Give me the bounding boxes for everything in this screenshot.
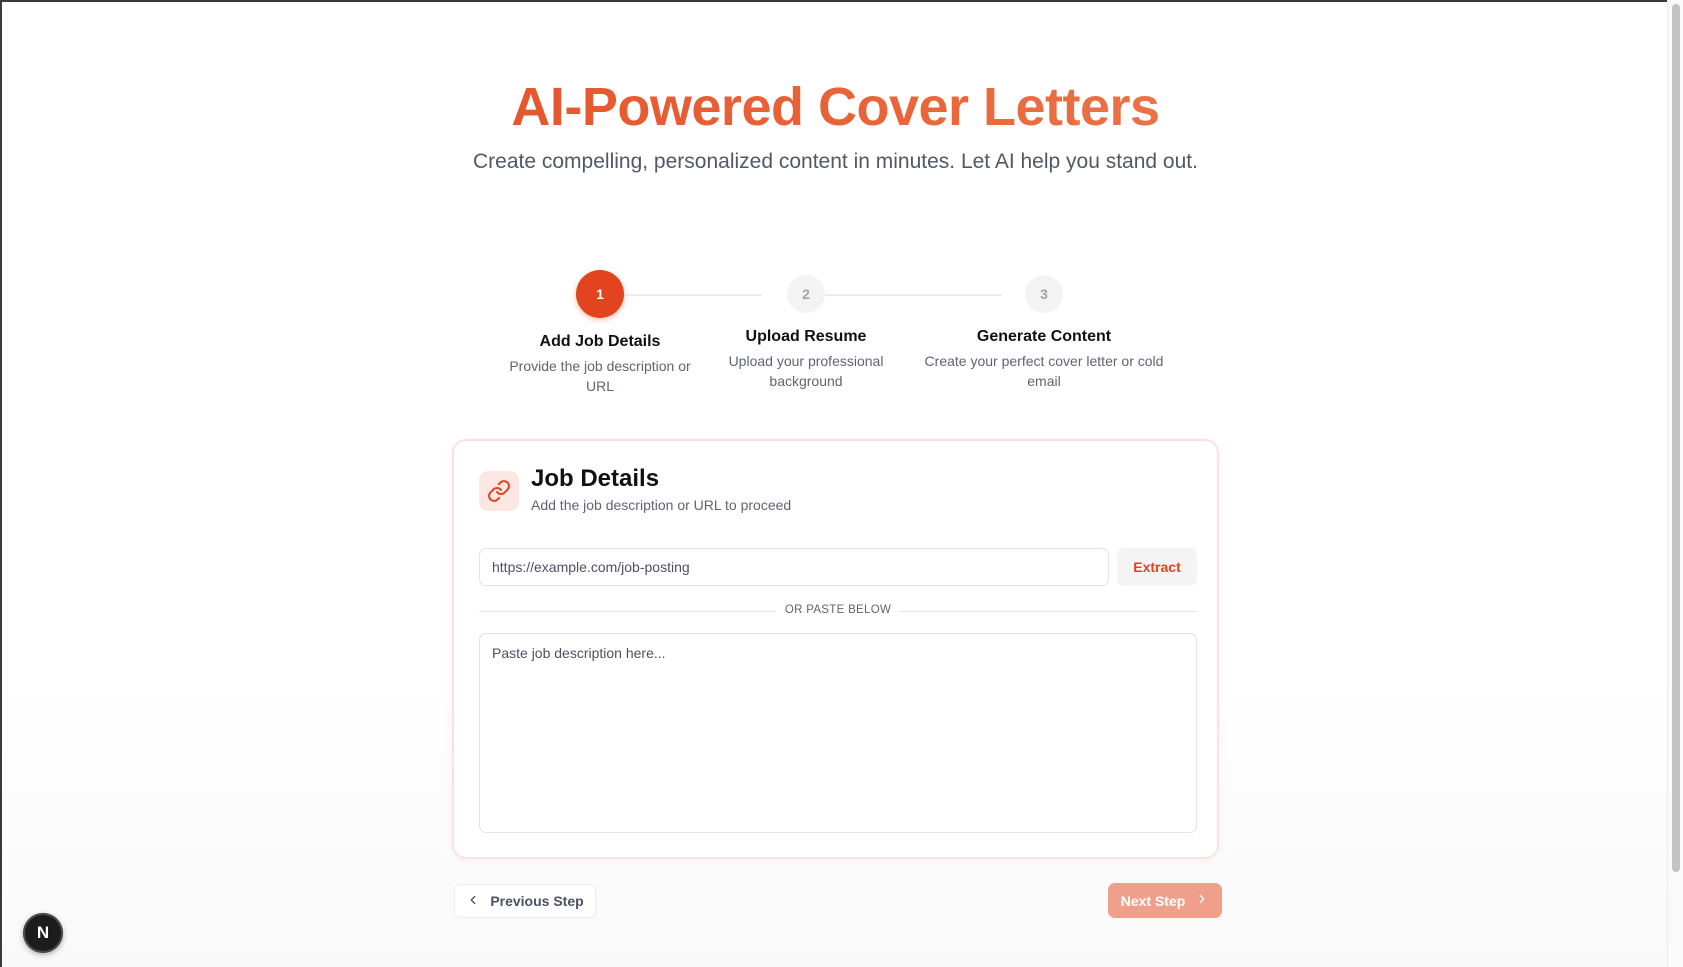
step-title: Generate Content <box>976 328 1112 345</box>
card-title: Job Details <box>531 465 660 492</box>
step-generate-content: 3 Generate Content Create your perfect c… <box>904 270 1184 391</box>
card-header: Job Details Add the job description or U… <box>479 465 792 513</box>
page-title: AI-Powered Cover Letters <box>2 72 1669 142</box>
page-subtitle: Create compelling, personalized content … <box>473 150 1198 173</box>
app-window: AI-Powered Cover Letters Create compelli… <box>0 0 1683 967</box>
dev-badge-label: N <box>36 923 50 942</box>
previous-step-button[interactable]: Previous Step <box>454 884 596 918</box>
nextjs-icon[interactable]: N <box>23 913 63 953</box>
extract-button[interactable]: Extract <box>1117 548 1197 586</box>
job-details-card: Job Details Add the job description or U… <box>452 439 1219 859</box>
hero-section: AI-Powered Cover Letters Create compelli… <box>2 72 1669 174</box>
job-url-input[interactable] <box>479 548 1109 586</box>
link-icon <box>479 471 519 511</box>
step-description: Create your perfect cover letter or cold… <box>924 353 1164 389</box>
step-number-badge: 1 <box>576 270 624 318</box>
progress-stepper: 1 Add Job Details Provide the job descri… <box>2 270 1669 400</box>
scrollbar-thumb[interactable] <box>1672 4 1680 872</box>
step-description: Upload your professional background <box>728 353 884 389</box>
divider-label: OR PASTE BELOW <box>776 604 900 616</box>
vertical-scrollbar[interactable] <box>1667 0 1683 967</box>
step-number-badge: 2 <box>787 275 825 313</box>
chevron-left-icon <box>466 893 480 910</box>
next-step-button[interactable]: Next Step <box>1108 883 1222 918</box>
chevron-right-icon <box>1195 892 1209 909</box>
or-divider: OR PASTE BELOW <box>479 601 1197 621</box>
previous-step-label: Previous Step <box>490 893 584 909</box>
job-description-textarea[interactable] <box>479 633 1197 833</box>
step-number-badge: 3 <box>1025 275 1063 313</box>
card-subtitle: Add the job description or URL to procee… <box>531 497 792 513</box>
next-step-label: Next Step <box>1120 892 1186 909</box>
